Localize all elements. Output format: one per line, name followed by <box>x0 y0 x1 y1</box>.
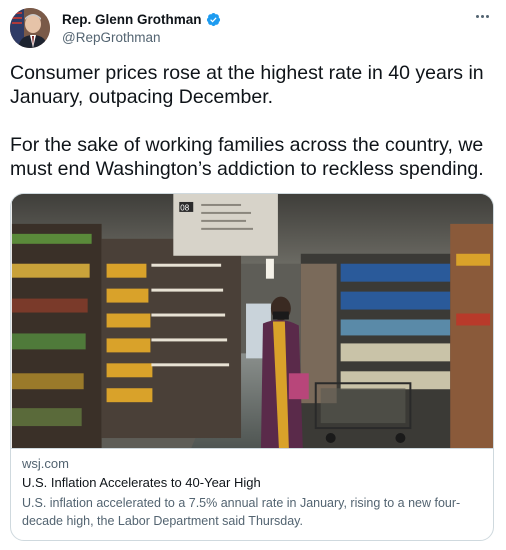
verified-badge-icon <box>206 12 221 27</box>
avatar[interactable] <box>10 8 50 48</box>
aisle-sign-number: 08 <box>180 203 189 212</box>
grocery-store-image: 08 <box>11 194 493 449</box>
tweet-text: Consumer prices rose at the highest rate… <box>10 61 500 181</box>
link-preview-card[interactable]: 08 wsj.com U.S. Inflation Accelerates to… <box>10 193 494 541</box>
tweet-paragraph: For the sake of working families across … <box>10 134 484 180</box>
author-handle[interactable]: @RepGrothman <box>62 30 221 45</box>
tweet-author: Rep. Glenn Grothman @RepGrothman <box>62 10 221 45</box>
card-description: U.S. inflation accelerated to a 7.5% ann… <box>22 496 461 528</box>
display-name[interactable]: Rep. Glenn Grothman <box>62 12 202 27</box>
card-title: U.S. Inflation Accelerates to 40-Year Hi… <box>22 475 261 490</box>
tweet: Rep. Glenn Grothman @RepGrothman Consume… <box>0 0 506 550</box>
card-meta: wsj.com U.S. Inflation Accelerates to 40… <box>11 449 493 530</box>
display-name-row: Rep. Glenn Grothman <box>62 10 221 28</box>
more-options-icon[interactable] <box>472 8 492 24</box>
card-domain: wsj.com <box>22 456 69 471</box>
avatar-portrait <box>10 8 50 48</box>
tweet-paragraph: Consumer prices rose at the highest rate… <box>10 62 484 108</box>
